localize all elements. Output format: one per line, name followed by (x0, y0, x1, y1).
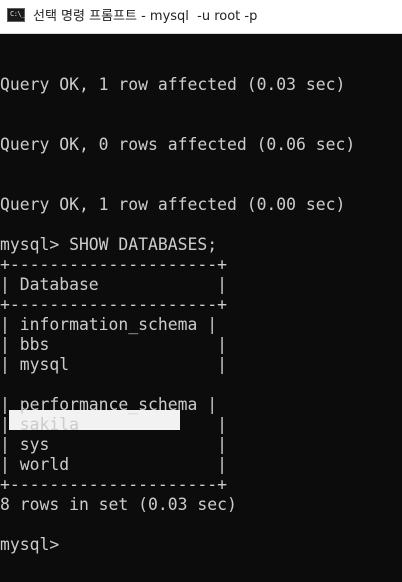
table-row-selected: mysql> DROP DATABASE opentutorials; (0, 115, 346, 134)
console-output[interactable]: mysql> CREATE DATABASE opentutorials; Qu… (0, 35, 402, 582)
title-bar[interactable]: C:\_ 선택 명령 프롬프트 - mysql -u root -p (0, 0, 402, 34)
table-row: | sys | (0, 435, 227, 454)
table-border-line: +---------------------+ (0, 295, 227, 314)
console-line: mysql> SHOW DATABASES; (0, 235, 218, 254)
command-prompt-window: C:\_ 선택 명령 프롬프트 - mysql -u root -p mysql… (0, 0, 402, 582)
table-row: | performance_schema | (0, 395, 218, 414)
table-row: | mysql | (0, 355, 227, 374)
table-row: | bbs | (0, 335, 227, 354)
console-line: Query OK, 1 row affected (0.00 sec) (0, 195, 346, 214)
table-row: | world | (0, 455, 227, 474)
table-row-selected: | opentutorials | (0, 375, 227, 394)
table-header-row: | Database | (0, 275, 227, 294)
console-line: 8 rows in set (0.03 sec) (0, 495, 237, 514)
window-title: 선택 명령 프롬프트 - mysql -u root -p (33, 9, 258, 24)
table-border-line: +---------------------+ (0, 255, 227, 274)
console-line: Query OK, 0 rows affected (0.06 sec) (0, 135, 356, 154)
table-row-selected: mysql> CREATE DATABASE opentutorials; (0, 175, 366, 194)
table-row: | sakila | (0, 415, 227, 434)
console-line: Query OK, 1 row affected (0.03 sec) (0, 75, 346, 94)
table-row-selected: mysql> CREATE DATABASE opentutorials; (0, 55, 366, 74)
mysql-prompt: mysql> (0, 535, 60, 554)
table-border-line: +---------------------+ (0, 475, 227, 494)
command-prompt-icon-label: C:\_ (10, 10, 25, 18)
table-row: | information_schema | (0, 315, 218, 334)
command-prompt-icon[interactable]: C:\_ (7, 8, 25, 22)
